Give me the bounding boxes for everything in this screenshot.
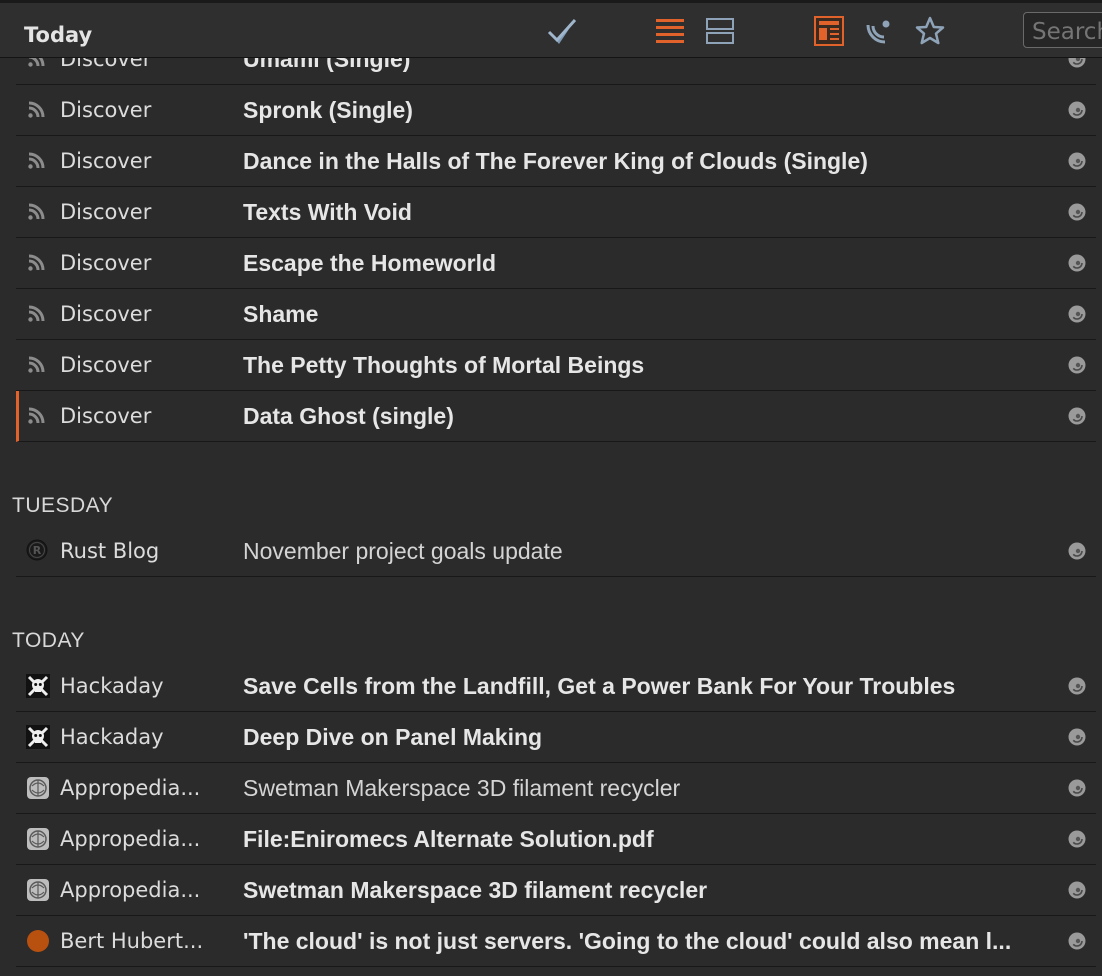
article-row[interactable]: R Rust Blog November project goals update bbox=[16, 526, 1096, 577]
feed-name: Discover bbox=[60, 200, 152, 224]
article-title[interactable]: Dance in the Halls of The Forever King o… bbox=[243, 136, 1053, 186]
orange-circle-icon bbox=[26, 929, 49, 952]
article-view-button[interactable] bbox=[811, 13, 847, 49]
read-status-icon[interactable] bbox=[1068, 58, 1086, 68]
rust-logo-icon: R bbox=[26, 539, 48, 561]
feed-name: Discover bbox=[60, 353, 152, 377]
article-row[interactable]: Discover Umami (Single) bbox=[16, 58, 1096, 85]
feed-name: Discover bbox=[60, 404, 152, 428]
read-status-icon[interactable] bbox=[1068, 830, 1086, 848]
article-title[interactable]: 'The cloud' is not just servers. 'Going … bbox=[243, 916, 1053, 966]
toolbar: Today bbox=[0, 0, 1102, 58]
article-row[interactable]: Discover The Petty Thoughts of Mortal Bei… bbox=[16, 340, 1096, 391]
read-status-icon[interactable] bbox=[1068, 779, 1086, 797]
rss-icon bbox=[26, 251, 48, 273]
feed-name: Rust Blog bbox=[60, 539, 160, 563]
date-group-label: TODAY bbox=[12, 629, 85, 652]
article-row[interactable]: Bert Hubert... 'The cloud' is not just se… bbox=[16, 916, 1096, 967]
article-title[interactable]: November project goals update bbox=[243, 526, 1053, 576]
read-status-icon[interactable] bbox=[1068, 254, 1086, 272]
article-row[interactable]: Discover Spronk (Single) bbox=[16, 85, 1096, 136]
rss-icon bbox=[26, 353, 48, 375]
article-row[interactable]: Hackaday Save Cells from the Landfill, Ge… bbox=[16, 661, 1096, 712]
rss-icon bbox=[26, 149, 48, 171]
feed-name: Hackaday bbox=[60, 725, 164, 749]
feed-name: Appropedia... bbox=[60, 827, 201, 851]
rss-icon bbox=[26, 58, 48, 69]
article-row[interactable]: Appropedia... Swetman Makerspace 3D filam… bbox=[16, 763, 1096, 814]
article-title[interactable]: Deep Dive on Panel Making bbox=[243, 712, 1053, 762]
feed-name: Hackaday bbox=[60, 674, 164, 698]
read-status-icon[interactable] bbox=[1068, 677, 1086, 695]
article-title[interactable]: Umami (Single) bbox=[243, 58, 1053, 84]
rss-icon bbox=[26, 404, 48, 426]
date-group-label: TUESDAY bbox=[12, 494, 114, 517]
split-view-icon bbox=[706, 18, 734, 44]
skull-crossbones-icon bbox=[26, 725, 50, 749]
article-list[interactable]: Discover Umami (Single) Discover Spronk (Si… bbox=[0, 58, 1102, 976]
skull-crossbones-icon bbox=[26, 674, 50, 698]
appropedia-logo-icon bbox=[26, 878, 49, 901]
feed-name: Discover bbox=[60, 251, 152, 275]
read-status-icon[interactable] bbox=[1068, 356, 1086, 374]
read-status-icon[interactable] bbox=[1068, 152, 1086, 170]
read-status-icon[interactable] bbox=[1068, 203, 1086, 221]
article-row[interactable]: Hackaday Deep Dive on Panel Making bbox=[16, 712, 1096, 763]
date-group-header: TUESDAY bbox=[0, 442, 1102, 526]
article-title[interactable]: Escape the Homeworld bbox=[243, 238, 1053, 288]
search-input[interactable] bbox=[1023, 12, 1102, 48]
rss-icon bbox=[26, 302, 48, 324]
article-view-icon bbox=[814, 16, 844, 46]
article-row[interactable]: Discover Escape the Homeworld bbox=[16, 238, 1096, 289]
feed-name: Discover bbox=[60, 98, 152, 122]
appropedia-logo-icon bbox=[26, 776, 49, 799]
feed-name: Appropedia... bbox=[60, 776, 201, 800]
feeds-button[interactable] bbox=[861, 13, 897, 49]
rss-icon bbox=[26, 98, 48, 120]
checkmark-icon bbox=[547, 18, 577, 44]
satellite-icon bbox=[866, 20, 890, 44]
read-status-icon[interactable] bbox=[1068, 542, 1086, 560]
article-title[interactable]: The Petty Thoughts of Mortal Beings bbox=[243, 340, 1053, 390]
feed-name: Bert Hubert... bbox=[60, 929, 204, 953]
read-status-icon[interactable] bbox=[1068, 881, 1086, 899]
feed-name: Discover bbox=[60, 58, 152, 71]
read-status-icon[interactable] bbox=[1068, 101, 1086, 119]
rss-icon bbox=[26, 200, 48, 222]
article-title[interactable]: Texts With Void bbox=[243, 187, 1053, 237]
split-view-button[interactable] bbox=[702, 13, 738, 49]
feed-name: Discover bbox=[60, 302, 152, 326]
list-view-button[interactable] bbox=[652, 13, 688, 49]
article-title[interactable]: Data Ghost (single) bbox=[243, 391, 1053, 441]
starred-button[interactable] bbox=[912, 13, 948, 49]
article-row[interactable]: Appropedia... File:Eniromecs Alternate So… bbox=[16, 814, 1096, 865]
article-title[interactable]: Swetman Makerspace 3D filament recycler bbox=[243, 865, 1053, 915]
article-row-selected[interactable]: Discover Data Ghost (single) bbox=[16, 391, 1096, 442]
read-status-icon[interactable] bbox=[1068, 728, 1086, 746]
article-title[interactable]: Swetman Makerspace 3D filament recycler bbox=[243, 763, 1053, 813]
article-row[interactable]: Discover Texts With Void bbox=[16, 187, 1096, 238]
article-title[interactable]: Shame bbox=[243, 289, 1053, 339]
star-icon bbox=[915, 16, 945, 45]
article-title[interactable]: Spronk (Single) bbox=[243, 85, 1053, 135]
article-title[interactable]: File:Eniromecs Alternate Solution.pdf bbox=[243, 814, 1053, 864]
mark-all-read-button[interactable] bbox=[544, 13, 580, 49]
date-group-header: TODAY bbox=[0, 577, 1102, 661]
article-row[interactable]: Discover Dance in the Halls of The Foreve… bbox=[16, 136, 1096, 187]
read-status-icon[interactable] bbox=[1068, 407, 1086, 425]
feed-name: Discover bbox=[60, 149, 152, 173]
feed-name: Appropedia... bbox=[60, 878, 201, 902]
article-title[interactable]: Save Cells from the Landfill, Get a Powe… bbox=[243, 661, 1053, 711]
article-row[interactable]: Appropedia... Swetman Makerspace 3D filam… bbox=[16, 865, 1096, 916]
svg-text:R: R bbox=[33, 544, 42, 557]
read-status-icon[interactable] bbox=[1068, 305, 1086, 323]
article-list-content: Discover Umami (Single) Discover Spronk (Si… bbox=[0, 58, 1102, 967]
appropedia-logo-icon bbox=[26, 827, 49, 850]
list-view-icon bbox=[656, 19, 684, 43]
page-title: Today bbox=[24, 23, 93, 47]
article-row[interactable]: Discover Shame bbox=[16, 289, 1096, 340]
read-status-icon[interactable] bbox=[1068, 932, 1086, 950]
